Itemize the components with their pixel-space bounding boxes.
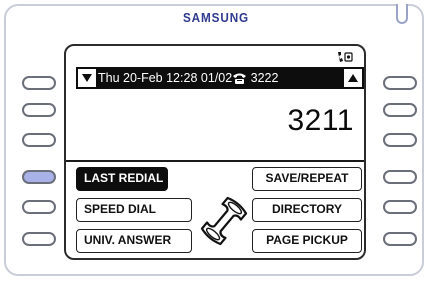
left-button-4[interactable] [22, 170, 56, 184]
right-button-3[interactable] [383, 133, 417, 147]
left-button-3[interactable] [22, 133, 56, 147]
dialed-number: 3211 [287, 104, 354, 137]
message-led [396, 4, 408, 24]
left-button-6[interactable] [22, 232, 56, 246]
right-button-4[interactable] [383, 170, 417, 184]
right-button-1[interactable] [383, 76, 417, 90]
softkey-univ-answer[interactable]: UNIV. ANSWER [76, 229, 192, 253]
scroll-down-arrow-icon [82, 74, 92, 82]
left-button-5[interactable] [22, 200, 56, 214]
left-button-2[interactable] [22, 103, 56, 117]
right-button-2[interactable] [383, 103, 417, 117]
phone-icon [233, 73, 247, 85]
right-button-6[interactable] [383, 232, 417, 246]
lcd-divider [66, 160, 364, 162]
softkey-save-repeat[interactable]: SAVE/REPEAT [252, 167, 362, 191]
softkey-speed-dial[interactable]: SPEED DIAL [76, 198, 192, 222]
softkey-page-pickup[interactable]: PAGE PICKUP [252, 229, 362, 253]
softkey-last-redial[interactable]: LAST REDIAL [76, 167, 168, 191]
brand-logo: SAMSUNG [182, 10, 250, 25]
handset-status-icon [338, 52, 353, 62]
right-button-5[interactable] [383, 200, 417, 214]
scroll-down-button[interactable] [78, 69, 96, 87]
softkey-directory[interactable]: DIRECTORY [252, 198, 362, 222]
scroll-up-button[interactable] [344, 69, 362, 87]
status-time: 12:28 [166, 71, 198, 85]
left-button-1[interactable] [22, 76, 56, 90]
status-text: Thu 20-Feb 12:28 01/02 3222 [98, 67, 278, 89]
status-line: 01/02 [200, 71, 233, 85]
status-date: Thu 20-Feb [98, 71, 163, 85]
scroll-up-arrow-icon [348, 74, 358, 82]
handset-icon [200, 196, 248, 246]
status-extension: 3222 [250, 71, 279, 85]
